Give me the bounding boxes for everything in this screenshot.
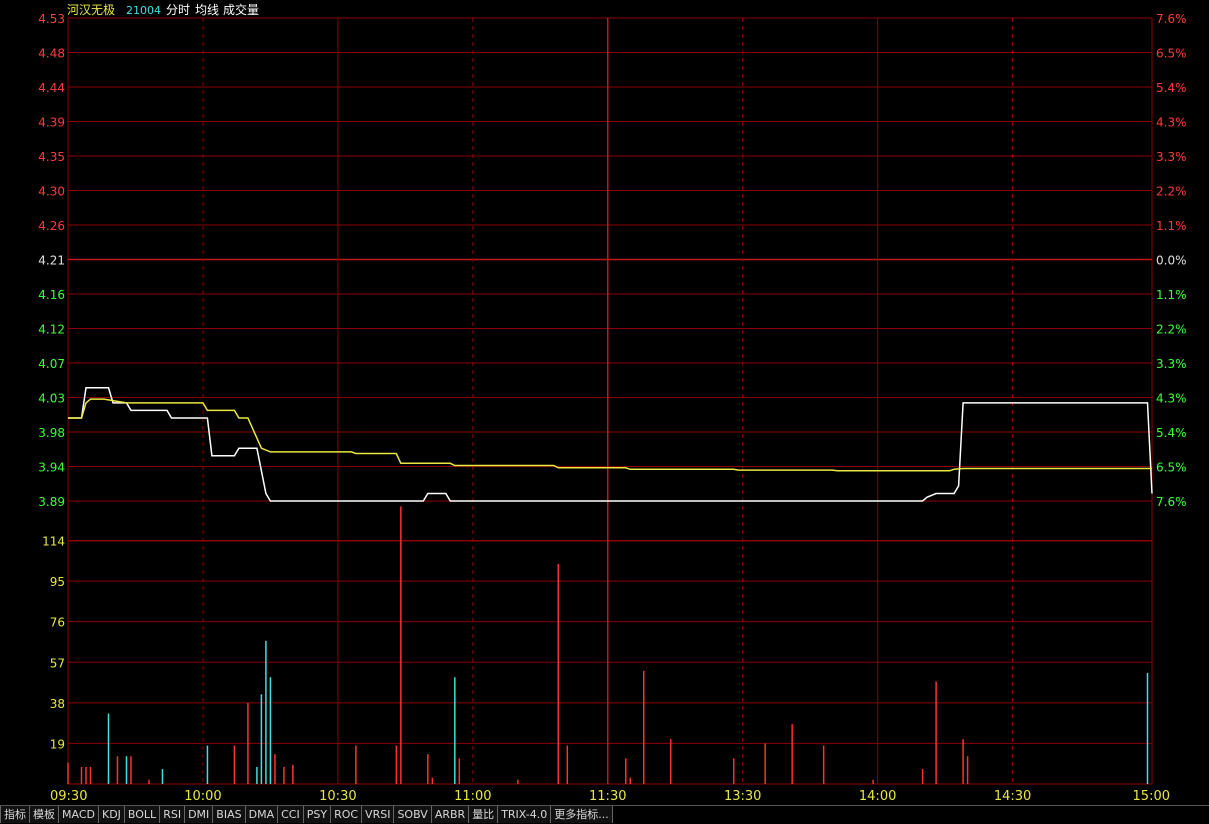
volume-tick-label: 38 bbox=[50, 697, 65, 711]
price-line bbox=[68, 387, 1153, 502]
stock-code: 21004 bbox=[126, 4, 161, 17]
time-tick-label: 09:30 bbox=[50, 789, 87, 804]
time-tick-label: 11:30 bbox=[589, 789, 626, 804]
time-tick-label: 15:00 bbox=[1133, 789, 1170, 804]
intraday-chart[interactable]: 4.53 4.48 4.44 4.39 4.35 4.30 4.26 4.21 4.16 4.12… bbox=[0, 0, 1209, 805]
percent-tick-label: 5.4% bbox=[1156, 81, 1187, 95]
chart-grid bbox=[67, 17, 1153, 785]
indicator-tab[interactable]: 模板 bbox=[30, 806, 59, 823]
price-tick-label: 3.94 bbox=[38, 461, 65, 475]
indicator-tab[interactable]: PSY bbox=[303, 806, 332, 823]
percent-tick-label: 3.3% bbox=[1156, 150, 1187, 164]
time-axis: 09:30 10:00 10:30 11:00 11:30 13:30 14:00 14:30… bbox=[50, 789, 1170, 804]
price-tick-label: 3.98 bbox=[38, 426, 65, 440]
price-lines bbox=[68, 387, 1153, 502]
time-tick-label: 10:00 bbox=[184, 789, 221, 804]
price-tick-label: 4.35 bbox=[38, 150, 65, 164]
indicator-tab-bar: 指标 模板 MACD KDJ BOLL RSI DMI BIAS DMA CCI PSY ROC VRS… bbox=[0, 805, 1209, 824]
price-tick-label: 4.48 bbox=[38, 47, 65, 61]
price-tick-label: 4.21 bbox=[38, 254, 65, 268]
indicator-tab[interactable]: DMI bbox=[185, 806, 214, 823]
indicator-tab[interactable]: ROC bbox=[331, 806, 363, 823]
percent-tick-label: 2.2% bbox=[1156, 323, 1187, 337]
chart-header: 河汉无极 21004 分时 均线 成交量 bbox=[67, 2, 259, 17]
price-tick-label: 3.89 bbox=[38, 495, 65, 509]
price-tick-label: 4.30 bbox=[38, 185, 65, 199]
percent-tick-label: 1.1% bbox=[1156, 219, 1187, 233]
price-tick-label: 4.03 bbox=[38, 392, 65, 406]
indicator-tab[interactable]: SOBV bbox=[394, 806, 432, 823]
price-tick-label: 4.26 bbox=[38, 219, 65, 233]
volume-tick-label: 76 bbox=[50, 616, 65, 630]
percent-tick-label: 3.3% bbox=[1156, 357, 1187, 371]
price-tick-label: 4.39 bbox=[38, 116, 65, 130]
volume-axis: 114 95 76 57 38 19 bbox=[42, 535, 65, 752]
percent-tick-label: 0.0% bbox=[1156, 254, 1187, 268]
percent-tick-label: 6.5% bbox=[1156, 461, 1187, 475]
stock-name: 河汉无极 bbox=[67, 3, 115, 17]
percent-tick-label: 5.4% bbox=[1156, 426, 1187, 440]
percent-tick-label: 6.5% bbox=[1156, 47, 1187, 61]
indicator-tab[interactable]: TRIX-4.0 bbox=[498, 806, 552, 823]
time-tick-label: 14:00 bbox=[859, 789, 896, 804]
time-tick-label: 10:30 bbox=[319, 789, 356, 804]
percent-tick-label: 1.1% bbox=[1156, 288, 1187, 302]
indicator-tab[interactable]: CCI bbox=[278, 806, 304, 823]
ma-label: 均线 bbox=[195, 3, 219, 17]
time-tick-label: 13:30 bbox=[724, 789, 761, 804]
indicator-tab[interactable]: KDJ bbox=[98, 806, 125, 823]
price-tick-label: 4.16 bbox=[38, 288, 65, 302]
price-tick-label: 4.07 bbox=[38, 357, 65, 371]
volume-tick-label: 114 bbox=[42, 535, 65, 549]
indicator-tab[interactable]: BOLL bbox=[124, 806, 161, 823]
mode-label: 分时 bbox=[166, 3, 190, 17]
volume-tick-label: 19 bbox=[50, 737, 65, 751]
indicator-tab[interactable]: ARBR bbox=[431, 806, 470, 823]
volume-tick-label: 57 bbox=[50, 656, 65, 670]
price-tick-label: 4.12 bbox=[38, 323, 65, 337]
percent-tick-label: 2.2% bbox=[1156, 185, 1187, 199]
time-tick-label: 14:30 bbox=[994, 789, 1031, 804]
price-axis-left: 4.53 4.48 4.44 4.39 4.35 4.30 4.26 4.21 4.16 4.12… bbox=[38, 12, 65, 509]
price-tick-label: 4.44 bbox=[38, 81, 65, 95]
average-price-line bbox=[68, 398, 1152, 472]
volume-label: 成交量 bbox=[223, 2, 259, 17]
indicator-tab[interactable]: MACD bbox=[59, 806, 99, 823]
percent-tick-label: 7.6% bbox=[1156, 495, 1187, 509]
percent-tick-label: 7.6% bbox=[1156, 12, 1187, 26]
volume-tick-label: 95 bbox=[50, 575, 65, 589]
indicator-tab[interactable]: 更多指标... bbox=[551, 806, 613, 823]
chart-frame bbox=[67, 17, 1153, 785]
time-tick-label: 11:00 bbox=[454, 789, 491, 804]
indicator-tab[interactable]: 量比 bbox=[469, 806, 499, 823]
percent-tick-label: 4.3% bbox=[1156, 116, 1187, 130]
percent-axis-right: 7.6% 6.5% 5.4% 4.3% 3.3% 2.2% 1.1% 0.0% 1.1% 2.2%… bbox=[1156, 12, 1187, 509]
percent-tick-label: 4.3% bbox=[1156, 392, 1187, 406]
indicator-tab[interactable]: 指标 bbox=[0, 806, 30, 823]
indicator-tab[interactable]: BIAS bbox=[213, 806, 246, 823]
indicator-tab[interactable]: RSI bbox=[160, 806, 186, 823]
indicator-tab[interactable]: DMA bbox=[245, 806, 279, 823]
indicator-tab[interactable]: VRSI bbox=[362, 806, 395, 823]
price-tick-label: 4.53 bbox=[38, 12, 65, 26]
